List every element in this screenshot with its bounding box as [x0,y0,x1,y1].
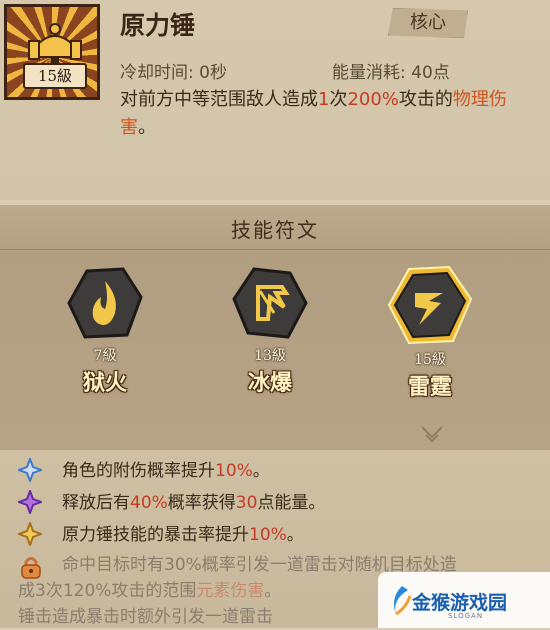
desc-hit-count: 1 [318,89,330,110]
effect-text-part: 释放后有 [62,493,130,513]
rune-hellfire[interactable]: 7級 狱火 [55,263,155,397]
effect-value: 10% [215,461,253,481]
rune-name: 狱火 [82,371,127,396]
skill-level: 15級 [23,63,87,89]
desc-text: 次 [329,89,348,110]
effect-text: 释放后有40%概率获得30点能量。 [62,488,325,513]
core-badge: 核心 [388,8,468,38]
blue-star-icon [18,458,42,482]
effect-text-part: 成3次120%攻击的范围 [18,581,197,601]
desc-percent: 200% [347,89,399,110]
ice-burst-icon [232,267,308,339]
effect-text-part: 概率获得 [167,493,236,513]
cooldown-text: 冷却时间: 0秒 [120,63,227,83]
desc-text: 对前方中等范围敌人造成 [120,89,318,110]
flame-icon [67,267,143,339]
effect-text-part: 点能量。 [257,493,326,513]
effect-text-part: 。 [286,525,304,545]
watermark-sub: SLOGAN [448,612,484,620]
gold-star-icon [18,522,42,546]
watermark: 金猴游戏园 SLOGAN [378,572,550,628]
chevron-down-icon[interactable] [418,423,446,447]
rune-thunder[interactable]: 15級 雷霆 [380,263,480,401]
effect-text-part: 角色的附伤概率提升 [62,461,215,481]
lock-icon [21,557,41,579]
effect-text: 角色的附伤概率提升10%。 [62,456,270,481]
rune-level: 13級 [254,348,286,364]
thunder-icon [387,265,473,345]
effect-value: 10% [249,525,287,545]
watermark-text: 金猴游戏园 [412,592,508,614]
rune-name: 冰爆 [247,371,292,396]
watermark-logo-icon [394,586,412,616]
skill-description: 对前方中等范围敌人造成1次200%攻击的物理伤害。 [120,86,530,142]
energy-cost-text: 能量消耗: 40点 [332,63,450,83]
skill-name: 原力锤 [120,11,196,40]
effect-value: 40% [130,493,168,513]
rune-title: 技能符文 [231,218,319,242]
effect-value: 30 [235,493,258,513]
rune-level: 7級 [93,348,117,364]
rune-title-bar: 技能符文 [0,205,550,250]
skill-header: 15級 原力锤 核心 冷却时间: 0秒 能量消耗: 40点 对前方中等范围敌人造… [0,0,550,200]
rune-name: 雷霆 [407,375,452,400]
desc-text: 。 [138,117,156,138]
effect-text: 原力锤技能的暴击率提升10%。 [62,520,304,545]
purple-star-icon [18,490,42,514]
effect-highlight: 元素伤害 [196,581,265,601]
effect-text-part: 。 [264,581,282,601]
rune-level: 15級 [414,352,446,368]
effect-text-part: 。 [252,461,270,481]
skill-icon[interactable]: 15級 [4,4,100,100]
effect-text-part: 原力锤技能的暴击率提升 [62,525,249,545]
rune-panel: 技能符文 7級 狱火 13級 冰爆 15級 雷霆 [0,205,550,450]
desc-text: 攻击的 [398,89,453,110]
rune-ice-burst[interactable]: 13級 冰爆 [220,263,320,397]
